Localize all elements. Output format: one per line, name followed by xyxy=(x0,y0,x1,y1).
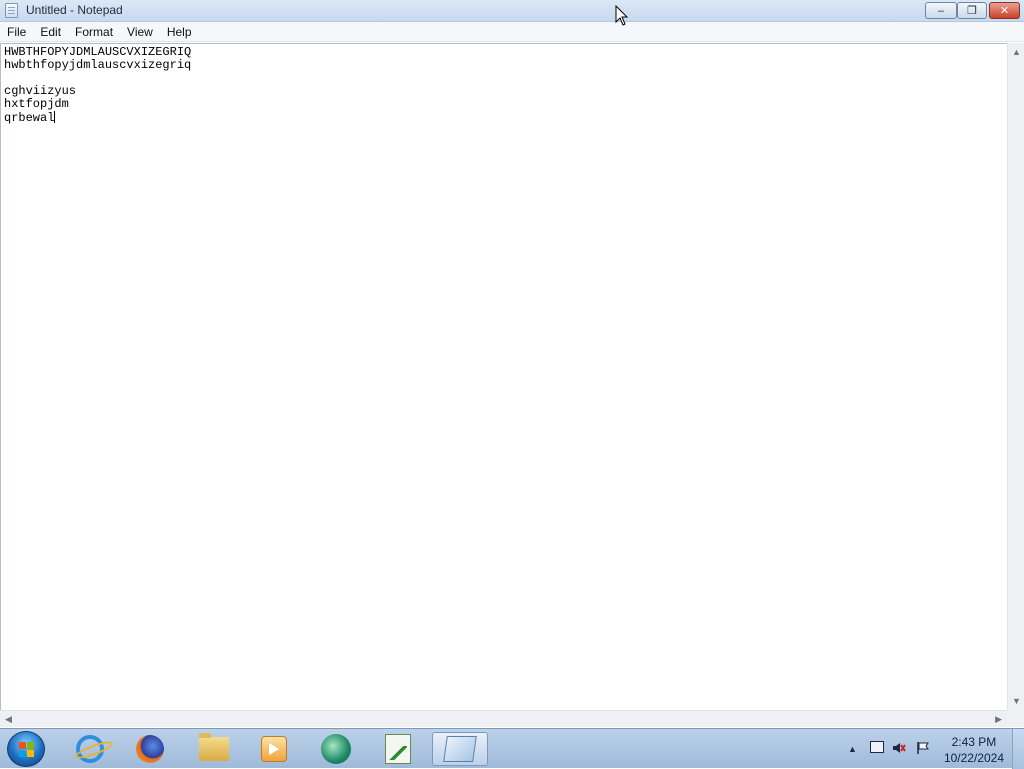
text-line: hxtfopjdm xyxy=(4,97,69,111)
scroll-left-arrow-icon[interactable]: ◀ xyxy=(5,714,12,725)
close-button[interactable]: ✕ xyxy=(989,2,1020,19)
taskbar-notepad[interactable] xyxy=(432,732,488,766)
windows-logo-icon xyxy=(19,742,35,758)
notepad-icon xyxy=(443,736,477,762)
current-line-text: qrbewal xyxy=(4,111,55,125)
menu-edit[interactable]: Edit xyxy=(33,22,68,42)
volume-muted-icon[interactable] xyxy=(892,741,906,755)
text-caret xyxy=(54,111,56,123)
file-explorer-icon xyxy=(199,733,229,761)
text-editor-area[interactable]: HWBTHFOPYJDMLAUSCVXIZEGRIQ hwbthfopyjdml… xyxy=(0,43,1007,710)
horizontal-scrollbar[interactable]: ◀ ▶ xyxy=(0,710,1007,727)
media-player-icon xyxy=(261,736,287,762)
chart-editor-icon xyxy=(385,734,411,764)
mouse-pointer-icon xyxy=(615,5,629,26)
taskbar-file-explorer[interactable] xyxy=(186,732,242,766)
taskbar-internet-explorer[interactable] xyxy=(62,732,118,766)
menu-help[interactable]: Help xyxy=(160,22,199,42)
taskbar-media-player[interactable] xyxy=(246,732,302,766)
show-desktop-button[interactable] xyxy=(1012,729,1024,769)
show-hidden-icons-icon[interactable]: ▲ xyxy=(848,744,857,754)
network-icon[interactable] xyxy=(870,741,884,753)
scroll-up-arrow-icon[interactable]: ▲ xyxy=(1012,47,1021,57)
text-line: hwbthfopyjdmlauscvxizegriq xyxy=(4,58,192,72)
window-title: Untitled - Notepad xyxy=(26,3,123,17)
action-center-flag-icon[interactable] xyxy=(916,741,930,755)
title-bar[interactable]: Untitled - Notepad – ❐ ✕ xyxy=(0,0,1024,22)
scroll-down-arrow-icon[interactable]: ▼ xyxy=(1012,696,1021,706)
taskbar-teamviewer[interactable] xyxy=(308,732,364,766)
text-line: cghviizyus xyxy=(4,84,77,98)
taskbar: ▲ 2:43 PM 10/22/2024 xyxy=(0,728,1024,769)
minimize-button[interactable]: – xyxy=(925,2,957,19)
scroll-right-arrow-icon[interactable]: ▶ xyxy=(995,714,1002,725)
maximize-button[interactable]: ❐ xyxy=(957,2,987,19)
vertical-scrollbar[interactable]: ▲ ▼ xyxy=(1007,43,1024,710)
clock-time: 2:43 PM xyxy=(951,735,997,749)
taskbar-chart-editor[interactable] xyxy=(370,732,426,766)
internet-explorer-icon xyxy=(76,735,104,763)
menu-bar: File Edit Format View Help xyxy=(0,22,1024,42)
system-tray: ▲ 2:43 PM 10/22/2024 xyxy=(834,729,1024,769)
taskbar-clock[interactable]: 2:43 PM 10/22/2024 xyxy=(944,734,1004,766)
resize-grip[interactable] xyxy=(1007,710,1024,727)
text-line xyxy=(4,72,1004,85)
clock-date: 10/22/2024 xyxy=(943,751,1004,765)
text-line-current: qrbewal xyxy=(4,111,1004,125)
menu-view[interactable]: View xyxy=(120,22,160,42)
menu-file[interactable]: File xyxy=(0,22,33,42)
firefox-icon xyxy=(136,735,164,763)
start-button[interactable] xyxy=(7,731,45,767)
menu-format[interactable]: Format xyxy=(68,22,120,42)
teamviewer-icon xyxy=(321,734,351,764)
taskbar-firefox[interactable] xyxy=(122,732,178,766)
notepad-app-icon[interactable] xyxy=(5,3,18,18)
notepad-window: Untitled - Notepad – ❐ ✕ File Edit Forma… xyxy=(0,0,1024,728)
